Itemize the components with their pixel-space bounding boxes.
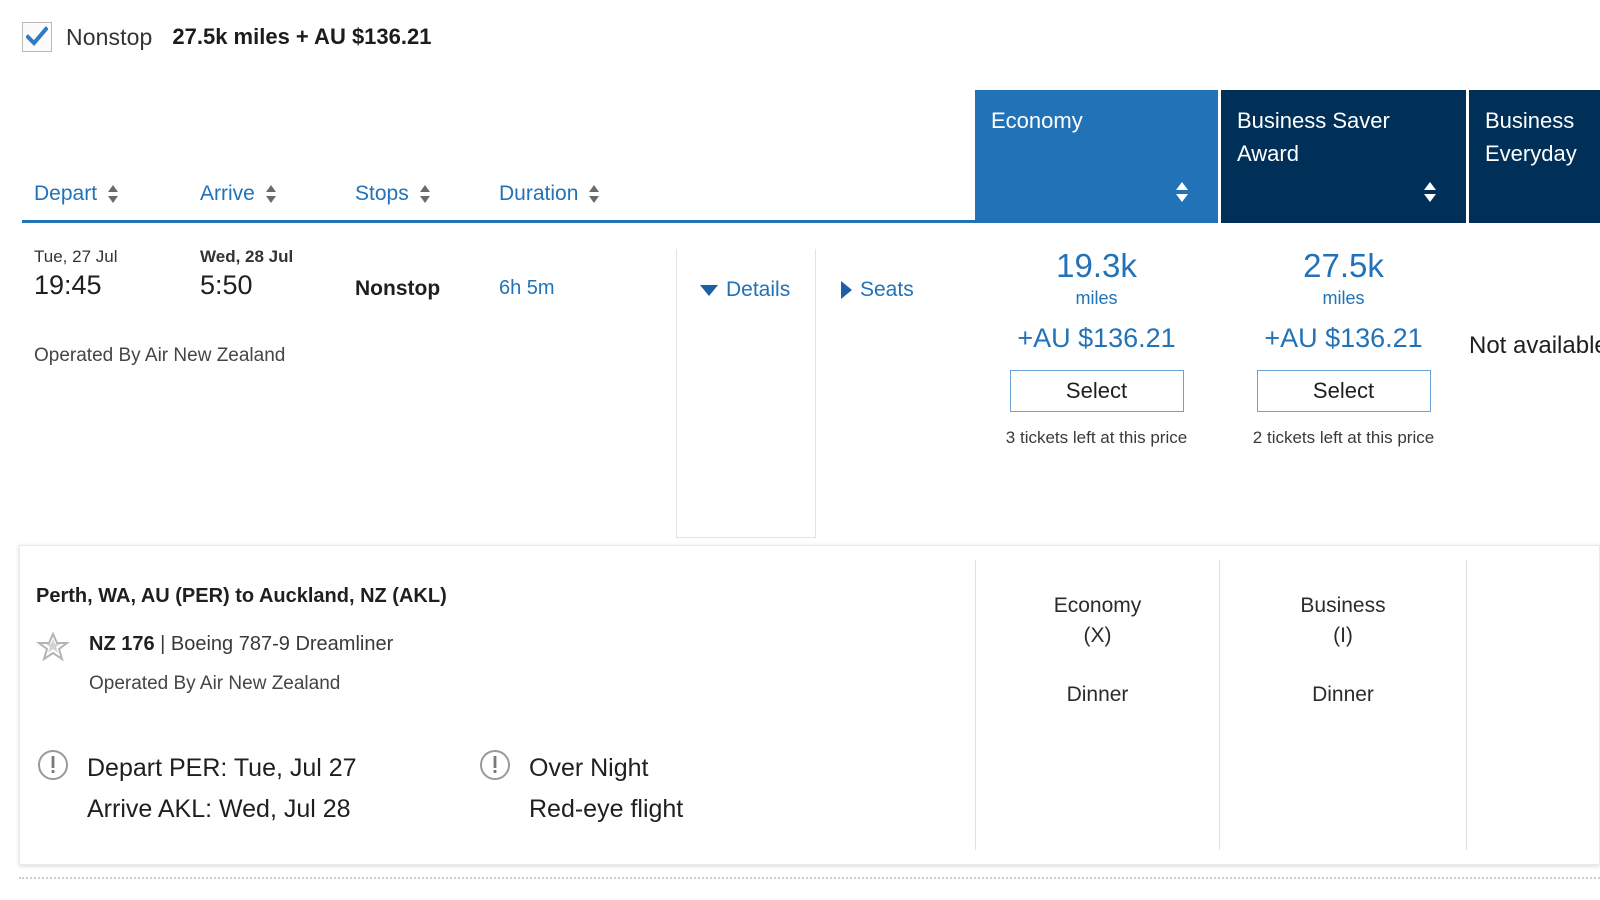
sort-header-duration[interactable]: Duration (499, 182, 601, 206)
sort-arrows-icon (108, 185, 119, 203)
fare-unavailable-text: Not available (1469, 332, 1600, 359)
fare-miles-label: miles (1075, 288, 1118, 308)
cabin-name: Economy (1053, 594, 1142, 617)
notice-line-2: Red-eye flight (529, 795, 684, 823)
cabin-meal: Dinner (1312, 683, 1374, 706)
section-separator (19, 877, 1600, 879)
sort-arrows-icon (419, 185, 430, 203)
nonstop-checkbox[interactable] (22, 22, 52, 52)
sort-arrows-icon (589, 185, 600, 203)
cabin-code: (I) (1333, 624, 1353, 647)
flight-number-line: NZ 176 | Boeing 787-9 Dreamliner (89, 633, 393, 656)
notice-line-1: Over Night (529, 754, 649, 782)
sort-header-label: Stops (355, 182, 409, 205)
fare-miles: 27.5k (1303, 247, 1384, 284)
sort-arrows-icon (265, 185, 276, 203)
select-button-business-saver[interactable]: Select (1256, 370, 1431, 412)
fare-cash: +AU $136.21 (1264, 323, 1423, 353)
alert-circle-icon (38, 750, 68, 780)
fare-cell-business-saver: 27.5k miles +AU $136.21 Select 2 tickets… (1221, 246, 1466, 448)
notice-line-1: Depart PER: Tue, Jul 27 (87, 754, 357, 782)
notice-overnight: Over Night Red-eye flight (478, 748, 683, 830)
fare-cell-business-everyday: Not available (1469, 246, 1600, 360)
fare-column-header-economy[interactable]: Economy (975, 90, 1218, 223)
sort-header-label: Depart (34, 182, 98, 205)
chevron-right-icon (841, 281, 852, 299)
fare-column-title: Business Saver Award (1237, 108, 1390, 166)
tickets-left-economy: 3 tickets left at this price (1005, 428, 1188, 447)
sort-arrows-icon[interactable] (1174, 180, 1190, 209)
sort-header-depart[interactable]: Depart (34, 182, 120, 206)
header-underline (22, 220, 975, 223)
stops-cell: Nonstop (355, 277, 441, 300)
fare-cell-economy: 19.3k miles +AU $136.21 Select 3 tickets… (975, 246, 1218, 448)
sort-header-arrive[interactable]: Arrive (200, 182, 278, 206)
arrive-cell: Wed, 28 Jul 5:50 (200, 246, 293, 302)
depart-date: Tue, 27 Jul (34, 247, 118, 266)
sort-arrows-icon[interactable] (1422, 180, 1438, 209)
notice-line-2: Arrive AKL: Wed, Jul 28 (87, 795, 351, 823)
operated-by-text: Operated By Air New Zealand (34, 345, 286, 366)
sort-header-label: Arrive (200, 182, 255, 205)
details-toggle-label: Details (726, 278, 791, 301)
notice-depart-arrive: Depart PER: Tue, Jul 27 Arrive AKL: Wed,… (36, 748, 357, 830)
checkmark-icon (26, 26, 48, 46)
tickets-left-business-saver: 2 tickets left at this price (1252, 428, 1435, 447)
nonstop-label: Nonstop (66, 23, 153, 50)
flight-number: NZ 176 (89, 633, 155, 655)
airline-logo-icon (36, 630, 70, 669)
sort-header-stops[interactable]: Stops (355, 182, 432, 206)
flight-separator: | (154, 633, 171, 655)
cabin-info-business: Business (I) Dinner (1220, 560, 1467, 850)
fare-miles-label: miles (1322, 288, 1365, 308)
cabin-info-business-everyday (1467, 560, 1600, 850)
seats-toggle[interactable]: Seats (841, 278, 914, 302)
fare-column-title: Economy (991, 108, 1083, 133)
filter-price-summary: 27.5k miles + AU $136.21 (172, 24, 432, 49)
sort-header-label: Duration (499, 182, 579, 205)
details-operated-by: Operated By Air New Zealand (89, 673, 341, 694)
route-title: Perth, WA, AU (PER) to Auckland, NZ (AKL… (36, 585, 447, 607)
seats-toggle-label: Seats (860, 278, 914, 301)
fare-column-header-business-everyday[interactable]: Business Everyday (1469, 90, 1600, 223)
cabin-info-economy: Economy (X) Dinner (975, 560, 1220, 850)
fare-cash: +AU $136.21 (1017, 323, 1176, 353)
depart-cell: Tue, 27 Jul 19:45 (34, 246, 117, 302)
fare-miles: 19.3k (1056, 247, 1137, 284)
arrive-date: Wed, 28 Jul (200, 247, 294, 266)
arrive-time: 5:50 (200, 270, 253, 300)
chevron-down-icon (700, 284, 718, 296)
nonstop-filter: Nonstop 27.5k miles + AU $136.21 (22, 22, 431, 52)
cabin-meal: Dinner (1066, 683, 1129, 706)
flight-results-page: Nonstop 27.5k miles + AU $136.21 Economy… (0, 0, 1600, 900)
aircraft-type: Boeing 787-9 Dreamliner (170, 633, 394, 655)
cabin-name: Business (1300, 594, 1386, 617)
cabin-code: (X) (1083, 624, 1112, 647)
depart-time: 19:45 (34, 270, 102, 300)
fare-column-header-business-saver[interactable]: Business Saver Award (1221, 90, 1466, 223)
alert-circle-icon (480, 750, 510, 780)
select-button-economy[interactable]: Select (1009, 370, 1184, 412)
details-toggle[interactable]: Details (700, 278, 790, 302)
duration-cell[interactable]: 6h 5m (499, 277, 555, 300)
fare-column-title: Business Everyday (1485, 108, 1577, 166)
